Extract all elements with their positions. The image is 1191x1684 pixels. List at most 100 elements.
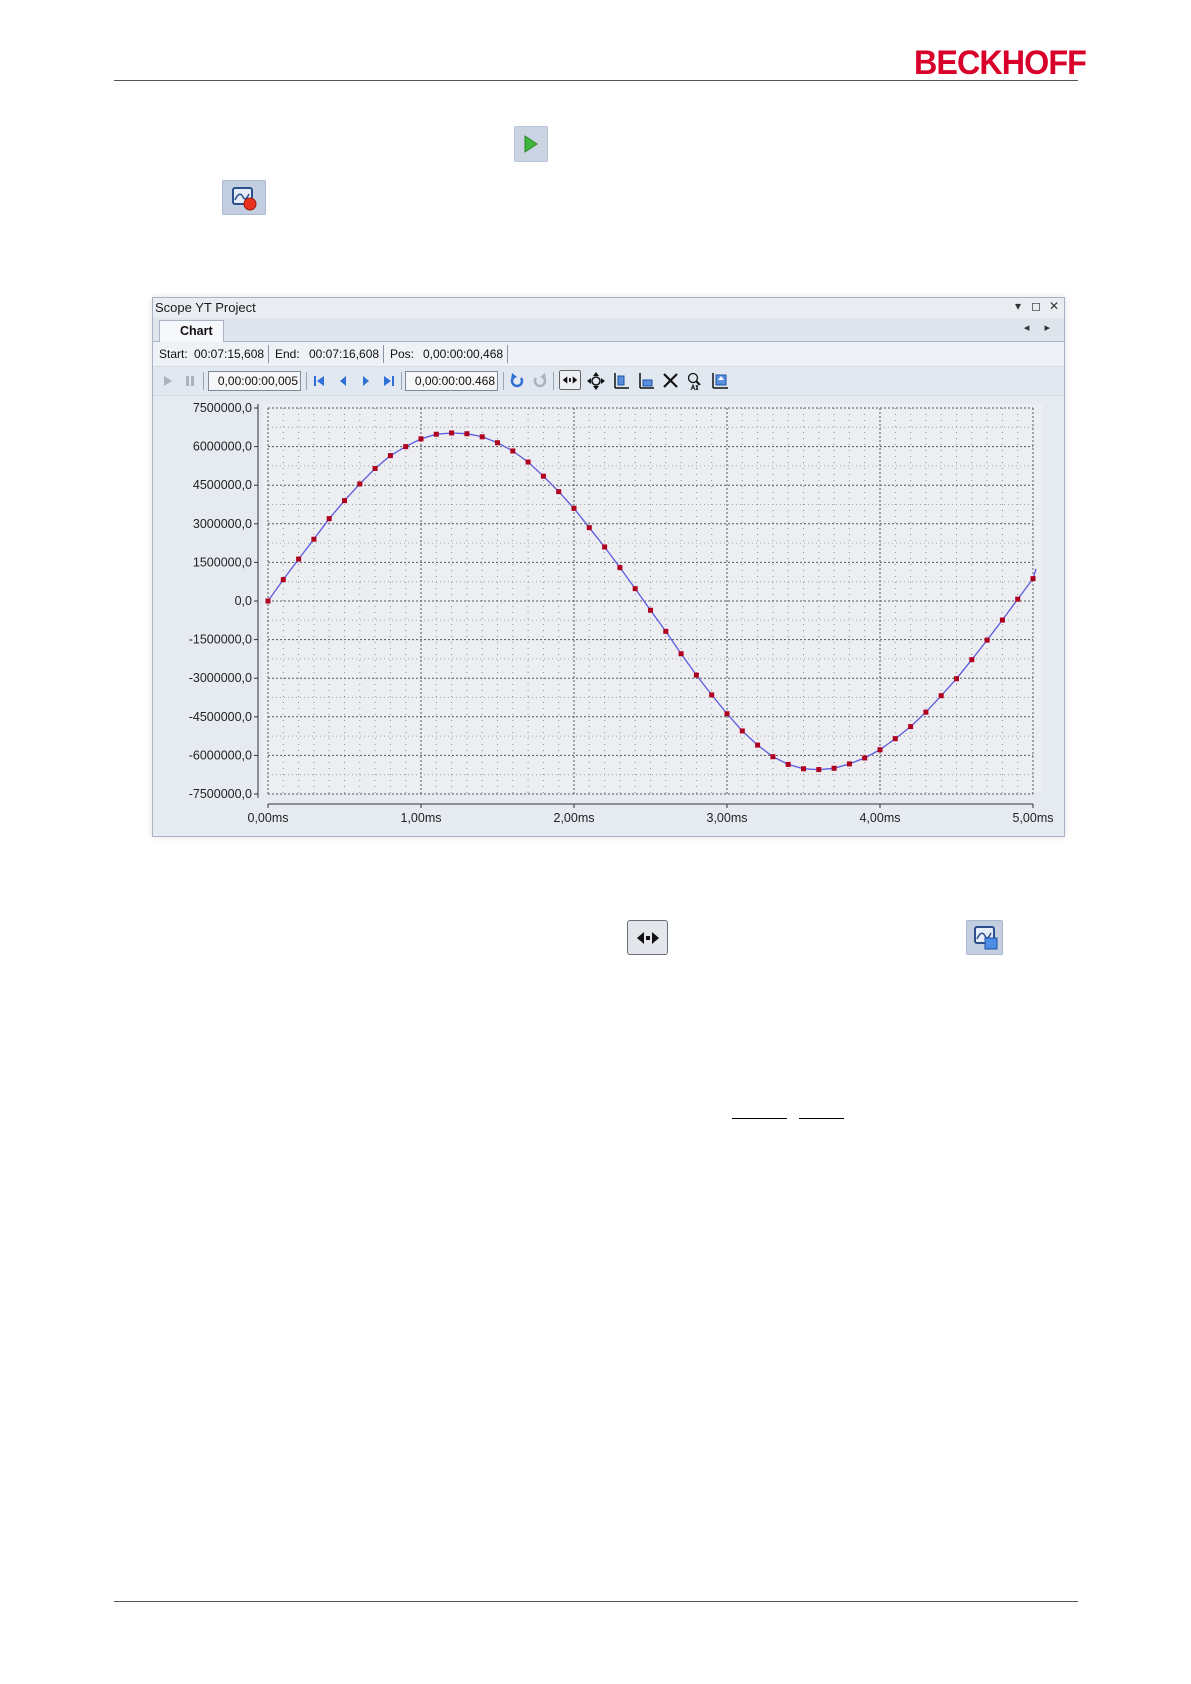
data-point xyxy=(1030,576,1036,582)
maximize-icon[interactable]: ◻ xyxy=(1030,299,1042,313)
y-tick-label: 0,0 xyxy=(235,594,252,608)
header-rule xyxy=(114,80,1078,81)
skip-to-start-icon[interactable] xyxy=(311,371,327,391)
data-point xyxy=(770,754,776,760)
data-point xyxy=(510,448,516,454)
y-tick-label: 1500000,0 xyxy=(193,555,252,569)
data-point xyxy=(479,434,485,440)
data-point xyxy=(403,444,409,450)
data-point xyxy=(571,505,577,511)
fit-axes-icon[interactable] xyxy=(710,371,730,391)
zoom-x-icon[interactable] xyxy=(636,371,656,391)
info-divider xyxy=(383,345,384,363)
data-point xyxy=(999,617,1005,623)
data-point xyxy=(540,473,546,479)
tab-scroll-arrows[interactable]: ◂ ▸ xyxy=(1024,321,1056,334)
data-point xyxy=(433,431,439,437)
step-size-field[interactable]: 0,00:00:00,005 xyxy=(208,371,301,391)
close-icon[interactable]: ✕ xyxy=(1048,299,1060,313)
toolbar-separator xyxy=(553,372,554,390)
start-value: 00:07:15,608 xyxy=(194,347,265,361)
data-point xyxy=(556,489,562,495)
end-value: 00:07:16,608 xyxy=(309,347,380,361)
time-info-bar: Start: 00:07:15,608 End: 00:07:16,608 Po… xyxy=(153,342,1064,366)
data-point xyxy=(678,651,684,657)
x-tick-label: 0,00ms xyxy=(248,811,289,825)
scope-title: Scope YT Project xyxy=(155,300,256,315)
data-point xyxy=(495,440,500,446)
data-point xyxy=(801,766,806,772)
pos-label: Pos: xyxy=(390,347,415,361)
scope-toolbar: 0,00:00:00,005 0,00:00:00.468 xyxy=(153,367,1064,395)
pause-icon[interactable] xyxy=(183,371,197,391)
data-point xyxy=(923,709,929,715)
data-point xyxy=(632,586,638,592)
x-tick-label: 4,00ms xyxy=(860,811,901,825)
double-arrow-icon xyxy=(637,932,659,944)
data-point xyxy=(525,459,531,465)
pan-x-icon[interactable] xyxy=(558,370,582,390)
end-label: End: xyxy=(275,347,300,361)
data-point xyxy=(449,430,455,436)
hyperlink-underline[interactable] xyxy=(732,1118,787,1119)
redo-icon[interactable] xyxy=(531,371,549,391)
step-forward-icon[interactable] xyxy=(359,371,373,391)
beckhoff-logo: BECKHOFF xyxy=(914,44,1087,82)
data-point xyxy=(372,465,378,471)
x-tick-label: 1,00ms xyxy=(401,811,442,825)
skip-to-end-icon[interactable] xyxy=(381,371,397,391)
info-divider xyxy=(507,345,508,363)
pan-x-icon[interactable] xyxy=(627,920,668,955)
data-point xyxy=(938,693,944,699)
data-point xyxy=(709,692,715,698)
y-tick-label: 7500000,0 xyxy=(193,401,252,415)
data-point xyxy=(464,431,470,437)
y-tick-label: 6000000,0 xyxy=(193,440,252,454)
toolbar-separator xyxy=(306,372,307,390)
data-point xyxy=(755,742,761,748)
data-point xyxy=(617,565,623,571)
data-point xyxy=(877,747,883,753)
data-point xyxy=(785,761,791,767)
toolbar-separator xyxy=(203,372,204,390)
tab-strip: Chart ◂ ▸ xyxy=(153,318,1064,342)
info-divider xyxy=(268,345,269,363)
undo-icon[interactable] xyxy=(508,371,526,391)
data-point xyxy=(326,516,332,522)
scope-chart[interactable]: 7500000,0 6000000,0 4500000,0 3000000,0 1500… xyxy=(153,396,1064,836)
position-field[interactable]: 0,00:00:00.468 xyxy=(405,371,498,391)
play-icon[interactable] xyxy=(514,126,548,162)
toolbar-separator xyxy=(401,372,402,390)
y-tick-label: -1500000,0 xyxy=(189,633,252,647)
tab-chart[interactable]: Chart xyxy=(159,320,224,342)
zoom-all-icon[interactable] xyxy=(685,371,705,391)
y-tick-label: -6000000,0 xyxy=(189,748,252,762)
x-tick-label: 5,00ms xyxy=(1013,811,1054,825)
chart-window-icon[interactable] xyxy=(966,920,1003,955)
data-point xyxy=(954,676,959,682)
step-back-icon[interactable] xyxy=(336,371,350,391)
y-tick-label: -4500000,0 xyxy=(189,710,252,724)
data-point xyxy=(724,711,730,717)
scope-record-icon xyxy=(232,187,257,211)
scope-chart-icon xyxy=(974,926,998,950)
data-point xyxy=(969,657,975,663)
zoom-y-icon[interactable] xyxy=(611,371,631,391)
scope-window: Scope YT Project ▾ ◻ ✕ Chart ◂ ▸ Start: … xyxy=(152,297,1065,837)
play-icon[interactable] xyxy=(161,371,175,391)
data-point xyxy=(846,761,852,767)
data-point xyxy=(602,544,608,550)
data-point xyxy=(663,628,669,634)
footer-rule xyxy=(114,1601,1078,1602)
scope-titlebar: Scope YT Project ▾ ◻ ✕ xyxy=(153,298,1064,318)
record-stop-icon[interactable] xyxy=(222,180,266,215)
data-point xyxy=(739,728,745,734)
y-tick-label: 4500000,0 xyxy=(193,478,252,492)
hyperlink-underline[interactable] xyxy=(799,1118,844,1119)
x-tick-label: 2,00ms xyxy=(554,811,595,825)
pan-xy-icon[interactable] xyxy=(586,371,606,391)
data-point xyxy=(296,556,302,562)
window-menu-icon[interactable]: ▾ xyxy=(1012,299,1024,313)
cursor-delete-icon[interactable] xyxy=(661,371,681,391)
y-tick-label: -3000000,0 xyxy=(189,671,252,685)
